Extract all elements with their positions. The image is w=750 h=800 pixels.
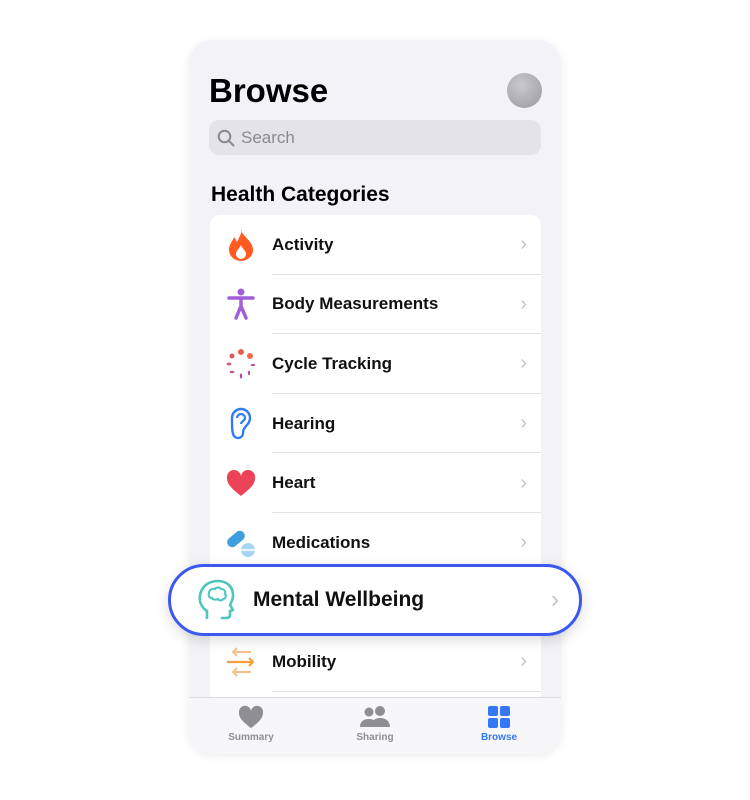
category-cycle-tracking[interactable]: Cycle Tracking › [210, 334, 541, 394]
search-input[interactable]: Search [209, 120, 541, 155]
category-label: Hearing [272, 413, 336, 433]
category-label: Activity [272, 234, 334, 254]
category-hearing[interactable]: Hearing › [210, 394, 541, 454]
category-body-measurements[interactable]: Body Measurements › [210, 275, 541, 335]
chevron-right-icon: › [520, 292, 527, 315]
chevron-right-icon: › [520, 650, 527, 673]
page-title: Browse [209, 72, 329, 109]
tab-sharing[interactable]: Sharing [313, 698, 437, 754]
chevron-right-icon: › [520, 471, 527, 494]
section-title: Health Categories [211, 183, 390, 206]
tab-summary[interactable]: Summary [189, 698, 313, 754]
chevron-right-icon: › [551, 586, 559, 613]
category-label: Mobility [272, 651, 337, 671]
search-icon [217, 129, 235, 146]
category-label: Mental Wellbeing [253, 588, 425, 611]
avatar[interactable] [507, 73, 542, 108]
heart-icon [238, 705, 264, 729]
body-figure-icon [227, 288, 255, 321]
chevron-right-icon: › [520, 233, 527, 256]
phone-screen: Browse Search Health Categories Activity… [189, 40, 561, 754]
brain-head-icon [198, 579, 235, 620]
category-heart[interactable]: Heart › [210, 453, 541, 513]
tab-browse[interactable]: Browse [437, 698, 561, 754]
category-list: Activity › Body Measurements › Cycle Track… [210, 215, 541, 754]
flame-icon [229, 229, 253, 261]
ear-icon [230, 407, 252, 439]
category-label: Body Measurements [272, 294, 439, 314]
grid-icon [488, 706, 510, 728]
category-mobility[interactable]: Mobility › [210, 632, 541, 692]
people-icon [360, 706, 390, 727]
tab-label: Summary [228, 732, 274, 743]
tab-label: Sharing [356, 732, 394, 743]
chevron-right-icon: › [520, 531, 527, 554]
heart-icon [226, 470, 256, 497]
tab-label: Browse [480, 732, 518, 743]
category-label: Medications [272, 532, 371, 552]
category-label: Cycle Tracking [272, 353, 393, 373]
category-activity[interactable]: Activity › [210, 215, 541, 275]
category-mental-wellbeing[interactable]: Mental Wellbeing › [168, 564, 582, 636]
arrows-icon [227, 647, 255, 677]
search-placeholder: Search [241, 127, 295, 147]
chevron-right-icon: › [520, 352, 527, 375]
tab-bar: Summary Sharing Browse [189, 697, 561, 754]
cycle-dots-icon [226, 348, 256, 379]
category-label: Heart [272, 473, 316, 493]
chevron-right-icon: › [520, 412, 527, 435]
pills-icon [227, 530, 255, 557]
